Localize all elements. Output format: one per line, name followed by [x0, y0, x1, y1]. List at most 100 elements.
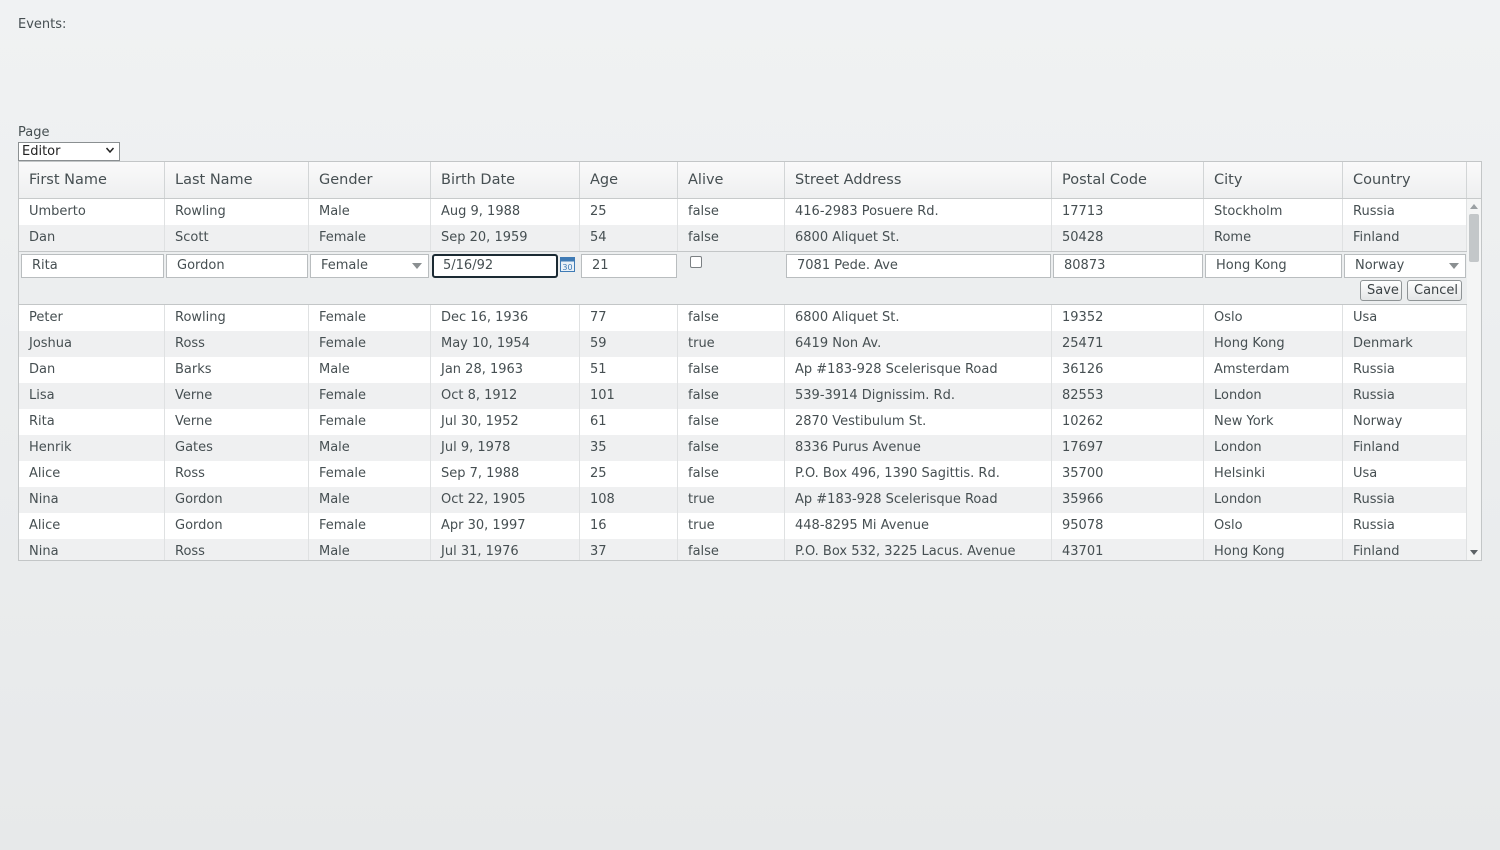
- table-cell: Female: [309, 409, 431, 435]
- table-cell: Sep 7, 1988: [431, 461, 580, 487]
- table-cell: false: [678, 357, 785, 383]
- grid-header: First Name Last Name Gender Birth Date Age Al…: [19, 162, 1467, 199]
- table-cell: false: [678, 435, 785, 461]
- table-row[interactable]: Nina Ross Male Jul 31, 1976 37 false P.O. Box …: [19, 539, 1467, 560]
- table-row[interactable]: Dan Scott Female Sep 20, 1959 54 false 6800 Al…: [19, 225, 1467, 251]
- table-cell: London: [1204, 383, 1343, 409]
- table-cell: 77: [580, 305, 678, 331]
- column-header[interactable]: Last Name: [165, 162, 309, 198]
- table-cell: 95078: [1052, 513, 1204, 539]
- table-cell: 54: [580, 225, 678, 251]
- table-cell: Lisa: [19, 383, 165, 409]
- table-cell: Oct 8, 1912: [431, 383, 580, 409]
- table-cell: Alice: [19, 461, 165, 487]
- table-cell: Henrik: [19, 435, 165, 461]
- table-cell: Female: [309, 383, 431, 409]
- table-cell: 448-8295 Mi Avenue: [785, 513, 1052, 539]
- table-cell: Female: [309, 305, 431, 331]
- table-cell: Amsterdam: [1204, 357, 1343, 383]
- table-cell: Verne: [165, 409, 309, 435]
- table-cell: true: [678, 331, 785, 357]
- table-cell: Umberto: [19, 199, 165, 225]
- country-select-value: Norway: [1355, 258, 1405, 273]
- table-cell: Female: [309, 461, 431, 487]
- table-cell: Finland: [1343, 225, 1467, 251]
- column-header[interactable]: Postal Code: [1052, 162, 1204, 198]
- table-row[interactable]: Dan Barks Male Jan 28, 1963 51 false Ap #183-9…: [19, 357, 1467, 383]
- city-input[interactable]: Hong Kong: [1205, 254, 1342, 278]
- save-button[interactable]: Save: [1360, 280, 1402, 301]
- age-input[interactable]: 21: [581, 254, 677, 278]
- cancel-button[interactable]: Cancel: [1407, 280, 1462, 301]
- table-cell: Oslo: [1204, 513, 1343, 539]
- table-row[interactable]: Joshua Ross Female May 10, 1954 59 true 6419 N…: [19, 331, 1467, 357]
- table-cell: Aug 9, 1988: [431, 199, 580, 225]
- table-cell: 50428: [1052, 225, 1204, 251]
- table-cell: Russia: [1343, 199, 1467, 225]
- table-cell: 6419 Non Av.: [785, 331, 1052, 357]
- table-row[interactable]: Peter Rowling Female Dec 16, 1936 77 false 680…: [19, 305, 1467, 331]
- gender-select[interactable]: Female: [310, 254, 429, 278]
- table-row[interactable]: Umberto Rowling Male Aug 9, 1988 25 false 416-…: [19, 199, 1467, 225]
- table-cell: Russia: [1343, 487, 1467, 513]
- table-cell: Ross: [165, 461, 309, 487]
- table-cell: 8336 Purus Avenue: [785, 435, 1052, 461]
- table-cell: New York: [1204, 409, 1343, 435]
- page-select[interactable]: Editor: [18, 142, 120, 161]
- table-cell: Alice: [19, 513, 165, 539]
- country-select[interactable]: Norway: [1344, 254, 1466, 278]
- vertical-scrollbar[interactable]: [1467, 199, 1481, 560]
- table-cell: Gates: [165, 435, 309, 461]
- birth-date-input[interactable]: 5/16/92: [432, 254, 558, 278]
- table-cell: false: [678, 305, 785, 331]
- table-cell: Dan: [19, 357, 165, 383]
- column-header[interactable]: Age: [580, 162, 678, 198]
- table-cell: Oslo: [1204, 305, 1343, 331]
- column-header[interactable]: Birth Date: [431, 162, 580, 198]
- table-row[interactable]: Henrik Gates Male Jul 9, 1978 35 false 8336 Pu…: [19, 435, 1467, 461]
- scroll-up-icon[interactable]: [1470, 204, 1478, 209]
- table-cell: 416-2983 Posuere Rd.: [785, 199, 1052, 225]
- table-cell: 35700: [1052, 461, 1204, 487]
- column-header[interactable]: Country: [1343, 162, 1467, 198]
- calendar-icon[interactable]: 30: [560, 256, 575, 272]
- table-cell: Stockholm: [1204, 199, 1343, 225]
- first-name-input[interactable]: Rita: [21, 254, 164, 278]
- table-cell: Ap #183-928 Scelerisque Road: [785, 487, 1052, 513]
- table-row[interactable]: Lisa Verne Female Oct 8, 1912 101 false 539-39…: [19, 383, 1467, 409]
- table-cell: false: [678, 539, 785, 560]
- page-select-value: Editor: [22, 144, 61, 159]
- table-cell: Hong Kong: [1204, 331, 1343, 357]
- table-cell: 61: [580, 409, 678, 435]
- table-cell: P.O. Box 532, 3225 Lacus. Avenue: [785, 539, 1052, 560]
- alive-checkbox[interactable]: [690, 256, 702, 268]
- column-header[interactable]: Street Address: [785, 162, 1052, 198]
- scroll-down-icon[interactable]: [1470, 550, 1478, 555]
- table-cell: Ross: [165, 539, 309, 560]
- table-cell: London: [1204, 435, 1343, 461]
- table-cell: Jan 28, 1963: [431, 357, 580, 383]
- table-cell: Female: [309, 225, 431, 251]
- last-name-input[interactable]: Gordon: [166, 254, 308, 278]
- table-row[interactable]: Alice Gordon Female Apr 30, 1997 16 true 448-8…: [19, 513, 1467, 539]
- table-cell: 36126: [1052, 357, 1204, 383]
- table-cell: 19352: [1052, 305, 1204, 331]
- chevron-down-icon: [106, 147, 114, 154]
- table-cell: Gordon: [165, 513, 309, 539]
- column-header[interactable]: Alive: [678, 162, 785, 198]
- table-cell: Female: [309, 331, 431, 357]
- postal-code-input[interactable]: 80873: [1053, 254, 1203, 278]
- street-address-input[interactable]: 7081 Pede. Ave: [786, 254, 1051, 278]
- gender-select-value: Female: [321, 258, 369, 273]
- table-cell: 539-3914 Dignissim. Rd.: [785, 383, 1052, 409]
- table-row[interactable]: Nina Gordon Male Oct 22, 1905 108 true Ap #183…: [19, 487, 1467, 513]
- svg-text:30: 30: [562, 263, 572, 272]
- column-header[interactable]: First Name: [19, 162, 165, 198]
- column-header[interactable]: City: [1204, 162, 1343, 198]
- grid-header-scroll-corner: [1467, 162, 1481, 199]
- table-row[interactable]: Rita Verne Female Jul 30, 1952 61 false 2870 V…: [19, 409, 1467, 435]
- scrollbar-thumb[interactable]: [1469, 214, 1479, 262]
- table-row[interactable]: Alice Ross Female Sep 7, 1988 25 false P.O. Bo…: [19, 461, 1467, 487]
- table-cell: Ross: [165, 331, 309, 357]
- column-header[interactable]: Gender: [309, 162, 431, 198]
